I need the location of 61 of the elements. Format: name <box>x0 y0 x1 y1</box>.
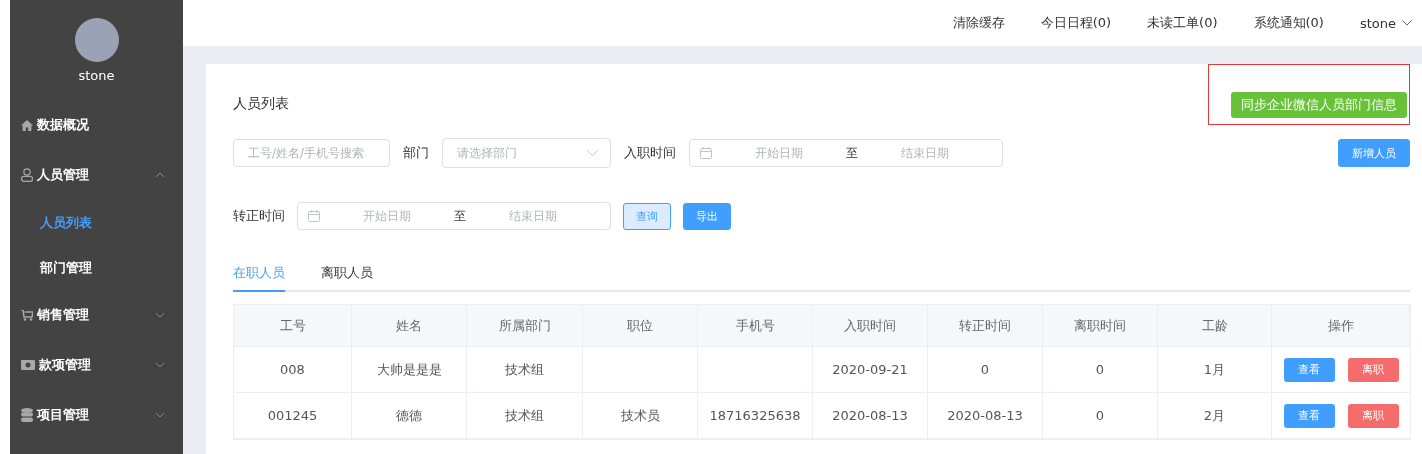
chevron-down-icon <box>155 360 165 370</box>
tab[interactable]: 离职人员 <box>321 264 373 292</box>
column-header: 工龄 <box>1158 305 1272 347</box>
column-header: 姓名 <box>352 305 467 347</box>
table-cell: 2020-08-13 <box>928 393 1043 439</box>
avatar <box>74 18 119 62</box>
chevron-down-icon <box>155 410 165 420</box>
user-menu[interactable]: stone <box>1359 15 1412 31</box>
table-cell: 2020-08-13 <box>813 393 928 439</box>
field-label: 入职时间 <box>624 144 676 162</box>
top-link[interactable]: 未读工单(0) <box>1147 14 1218 32</box>
column-header: 工号 <box>234 305 352 347</box>
chevron-down-icon <box>155 310 165 320</box>
table-cell: 1月 <box>1158 347 1272 393</box>
table-cell: 0 <box>1043 347 1158 393</box>
date-range-field[interactable]: 开始日期 至 结束日期 <box>689 139 1003 167</box>
table-cell: 18716325638 <box>698 393 813 439</box>
banknote-icon <box>21 360 35 370</box>
column-header: 入职时间 <box>813 305 928 347</box>
table-cell: 008 <box>234 347 352 393</box>
chevron-down-icon <box>1402 20 1412 26</box>
user-name: stone <box>77 68 116 83</box>
home-icon <box>21 119 33 131</box>
column-header: 转正时间 <box>928 305 1043 347</box>
column-header: 操作 <box>1272 305 1410 347</box>
table-cell: 2020-09-21 <box>813 347 928 393</box>
table-cell: 技术员 <box>583 393 698 439</box>
chevron-down-icon <box>587 150 598 156</box>
date-range-field[interactable]: 开始日期 至 结束日期 <box>297 202 611 230</box>
submenu-item[interactable]: 人员列表 <box>10 200 183 245</box>
menu-item[interactable]: 款项管理 <box>10 340 183 390</box>
column-header: 所属部门 <box>467 305 583 347</box>
database-icon <box>21 408 33 422</box>
user-icon <box>21 168 33 182</box>
top-link[interactable]: 系统通知(0) <box>1253 14 1324 32</box>
top-link[interactable]: 今日日程(0) <box>1040 14 1112 32</box>
column-header: 离职时间 <box>1043 305 1158 347</box>
table-cell: 大帅是是是 <box>352 347 467 393</box>
menu-item[interactable]: 数据概况 <box>10 100 183 150</box>
page-title: 人员列表 <box>233 95 289 113</box>
table-cell: 0 <box>1043 393 1158 439</box>
table-cell: 德德 <box>352 393 467 439</box>
top-link[interactable]: 清除缓存 <box>952 14 1005 32</box>
submenu-item[interactable]: 部门管理 <box>10 245 183 290</box>
calendar-icon <box>308 210 320 222</box>
calendar-icon <box>700 147 712 159</box>
cart-icon <box>21 309 33 321</box>
table-cell: 2月 <box>1158 393 1272 439</box>
column-header: 手机号 <box>698 305 813 347</box>
column-header: 职位 <box>583 305 698 347</box>
table-cell: 0 <box>928 347 1043 393</box>
menu-item[interactable]: 销售管理 <box>10 290 183 340</box>
menu-item[interactable]: 项目管理 <box>10 390 183 440</box>
field-label: 转正时间 <box>233 207 285 225</box>
table-cell: 技术组 <box>467 393 583 439</box>
search-field[interactable]: 工号/姓名/手机号搜索 <box>233 139 390 167</box>
table-cell: 技术组 <box>467 347 583 393</box>
table-cell: 001245 <box>234 393 352 439</box>
chevron-up-icon <box>155 170 165 180</box>
menu-item[interactable]: 人员管理 <box>10 150 183 200</box>
field-label: 部门 <box>403 144 429 162</box>
